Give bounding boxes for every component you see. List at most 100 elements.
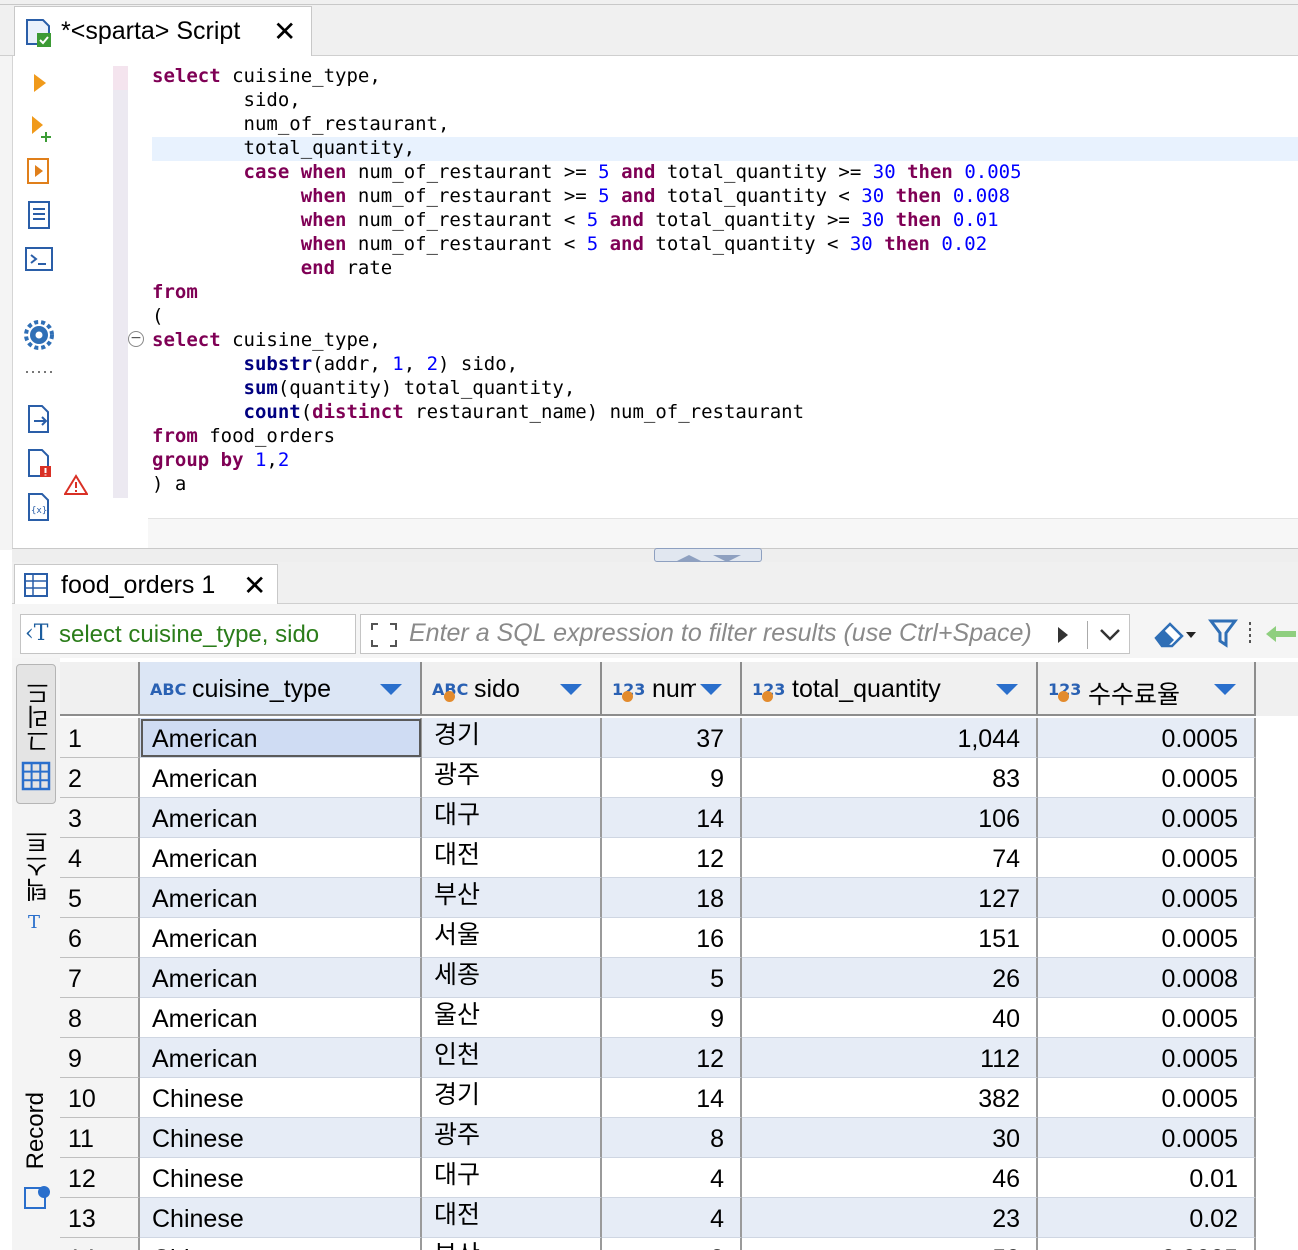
history-arrow-icon[interactable] [1055, 625, 1071, 645]
console-icon[interactable] [22, 242, 56, 276]
table-row[interactable]: 11 Chinese 광주 8 30 0.0005 [60, 1118, 1298, 1158]
text-view-tab[interactable]: 텍스트 T [16, 824, 56, 942]
table-cell[interactable]: 9 [602, 758, 742, 798]
table-cell[interactable]: 0.0005 [1038, 838, 1256, 878]
table-row[interactable]: 12 Chinese 대구 4 46 0.01 [60, 1158, 1298, 1198]
table-cell[interactable]: 83 [742, 758, 1038, 798]
column-header[interactable]: 123 수수료율 [1038, 662, 1256, 716]
table-cell[interactable]: Chinese [140, 1078, 422, 1118]
table-cell[interactable]: 50 [742, 1238, 1038, 1250]
column-header[interactable]: 123 total_quantity [742, 662, 1038, 716]
row-number-cell[interactable]: 6 [60, 918, 140, 958]
table-cell[interactable]: 대구 [422, 798, 602, 838]
code-line[interactable]: from [152, 280, 198, 304]
table-cell[interactable]: 1,044 [742, 718, 1038, 758]
table-cell[interactable]: 대전 [422, 838, 602, 878]
code-line[interactable]: select cuisine_type, [152, 328, 381, 352]
code-line[interactable]: sido, [152, 88, 301, 112]
table-row[interactable]: 5 American 부산 18 127 0.0005 [60, 878, 1298, 918]
table-cell[interactable]: 대구 [422, 1158, 602, 1198]
row-number-cell[interactable]: 10 [60, 1078, 140, 1118]
table-cell[interactable]: 16 [602, 918, 742, 958]
collapse-fold-icon[interactable]: − [128, 331, 144, 347]
row-number-cell[interactable]: 7 [60, 958, 140, 998]
row-number-cell[interactable]: 9 [60, 1038, 140, 1078]
chevron-down-icon[interactable] [1099, 627, 1121, 643]
sort-dropdown-icon[interactable] [996, 684, 1018, 695]
table-cell[interactable]: 0.0005 [1038, 1078, 1256, 1118]
table-cell[interactable]: 부산 [422, 1238, 602, 1250]
table-cell[interactable]: American [140, 758, 422, 798]
table-cell[interactable]: 382 [742, 1078, 1038, 1118]
filter-expression-input[interactable]: Enter a SQL expression to filter results… [360, 614, 1130, 654]
run-script-icon[interactable] [22, 110, 56, 144]
column-header[interactable]: 123num_of_restaurant [602, 662, 742, 716]
table-cell[interactable]: 9 [602, 998, 742, 1038]
record-view-tab[interactable]: Record [16, 1086, 56, 1216]
code-line[interactable]: substr(addr, 1, 2) sido, [152, 352, 519, 376]
table-cell[interactable]: 18 [602, 878, 742, 918]
row-number-cell[interactable]: 1 [60, 718, 140, 758]
table-cell[interactable]: 0.0005 [1038, 718, 1256, 758]
row-number-cell[interactable]: 2 [60, 758, 140, 798]
table-cell[interactable]: 광주 [422, 1118, 602, 1158]
row-number-cell[interactable]: 8 [60, 998, 140, 1038]
table-cell[interactable]: 40 [742, 998, 1038, 1038]
table-cell[interactable]: 0.0008 [1038, 958, 1256, 998]
table-cell[interactable]: 4 [602, 1158, 742, 1198]
back-arrow-icon[interactable] [1262, 620, 1298, 648]
table-cell[interactable]: 경기 [422, 1078, 602, 1118]
table-cell[interactable]: 0.0005 [1038, 918, 1256, 958]
table-cell[interactable]: 112 [742, 1038, 1038, 1078]
table-cell[interactable]: 46 [742, 1158, 1038, 1198]
table-cell[interactable]: 0.0005 [1038, 1038, 1256, 1078]
table-row[interactable]: 6 American 서울 16 151 0.0005 [60, 918, 1298, 958]
script-editor-tab[interactable]: *<sparta> Script ✕ [14, 6, 312, 56]
query-text-box[interactable]: ‹T select cuisine_type, sido [20, 614, 356, 654]
table-row[interactable]: 3 American 대구 14 106 0.0005 [60, 798, 1298, 838]
table-cell[interactable]: Chinese [140, 1158, 422, 1198]
table-row[interactable]: 7 American 세종 5 26 0.0008 [60, 958, 1298, 998]
code-line[interactable]: group by 1,2 [152, 448, 289, 472]
code-line[interactable]: when num_of_restaurant < 5 and total_qua… [152, 208, 999, 232]
execute-script-icon[interactable] [22, 154, 56, 188]
table-row[interactable]: 10 Chinese 경기 14 382 0.0005 [60, 1078, 1298, 1118]
row-number-cell[interactable]: 11 [60, 1118, 140, 1158]
run-statement-icon[interactable] [22, 66, 56, 100]
table-row[interactable]: 2 American 광주 9 83 0.0005 [60, 758, 1298, 798]
column-header[interactable]: ABC sido [422, 662, 602, 716]
variables-icon[interactable]: {x} [22, 490, 56, 524]
table-cell[interactable]: 14 [602, 798, 742, 838]
table-cell[interactable]: American [140, 958, 422, 998]
table-cell[interactable]: 74 [742, 838, 1038, 878]
table-cell[interactable]: American [140, 918, 422, 958]
sort-dropdown-icon[interactable] [1214, 684, 1236, 695]
sort-dropdown-icon[interactable] [700, 684, 722, 695]
table-cell[interactable]: 울산 [422, 998, 602, 1038]
code-line[interactable]: total_quantity, [152, 136, 416, 160]
table-cell[interactable]: 12 [602, 1038, 742, 1078]
filter-icon[interactable] [1208, 616, 1238, 650]
table-row[interactable]: 9 American 인천 12 112 0.0005 [60, 1038, 1298, 1078]
table-cell[interactable]: 인천 [422, 1038, 602, 1078]
code-line[interactable]: when num_of_restaurant < 5 and total_qua… [152, 232, 987, 256]
table-cell[interactable]: 30 [742, 1118, 1038, 1158]
table-cell[interactable]: 26 [742, 958, 1038, 998]
code-line[interactable]: end rate [152, 256, 393, 280]
sort-dropdown-icon[interactable] [560, 684, 582, 695]
code-line[interactable]: count(distinct restaurant_name) num_of_r… [152, 400, 805, 424]
table-cell[interactable]: 5 [602, 958, 742, 998]
table-row[interactable]: 1 American 경기 37 1,044 0.0005 [60, 718, 1298, 758]
table-cell[interactable]: 0.01 [1038, 1158, 1256, 1198]
table-row[interactable]: 4 American 대전 12 74 0.0005 [60, 838, 1298, 878]
column-header[interactable]: ABC cuisine_type [140, 662, 422, 716]
code-line[interactable]: ) a [152, 472, 186, 496]
grid-view-tab[interactable]: 그리드 [16, 664, 56, 804]
code-line[interactable]: when num_of_restaurant >= 5 and total_qu… [152, 184, 1010, 208]
results-grid[interactable]: ABCcuisine_typeABCsido123num_of_restaura… [60, 662, 1298, 1250]
export-icon[interactable] [22, 402, 56, 436]
table-row[interactable]: 13 Chinese 대전 4 23 0.02 [60, 1198, 1298, 1238]
horizontal-scrollbar[interactable] [148, 518, 1298, 549]
table-cell[interactable]: 23 [742, 1198, 1038, 1238]
code-line[interactable]: case when num_of_restaurant >= 5 and tot… [152, 160, 1022, 184]
